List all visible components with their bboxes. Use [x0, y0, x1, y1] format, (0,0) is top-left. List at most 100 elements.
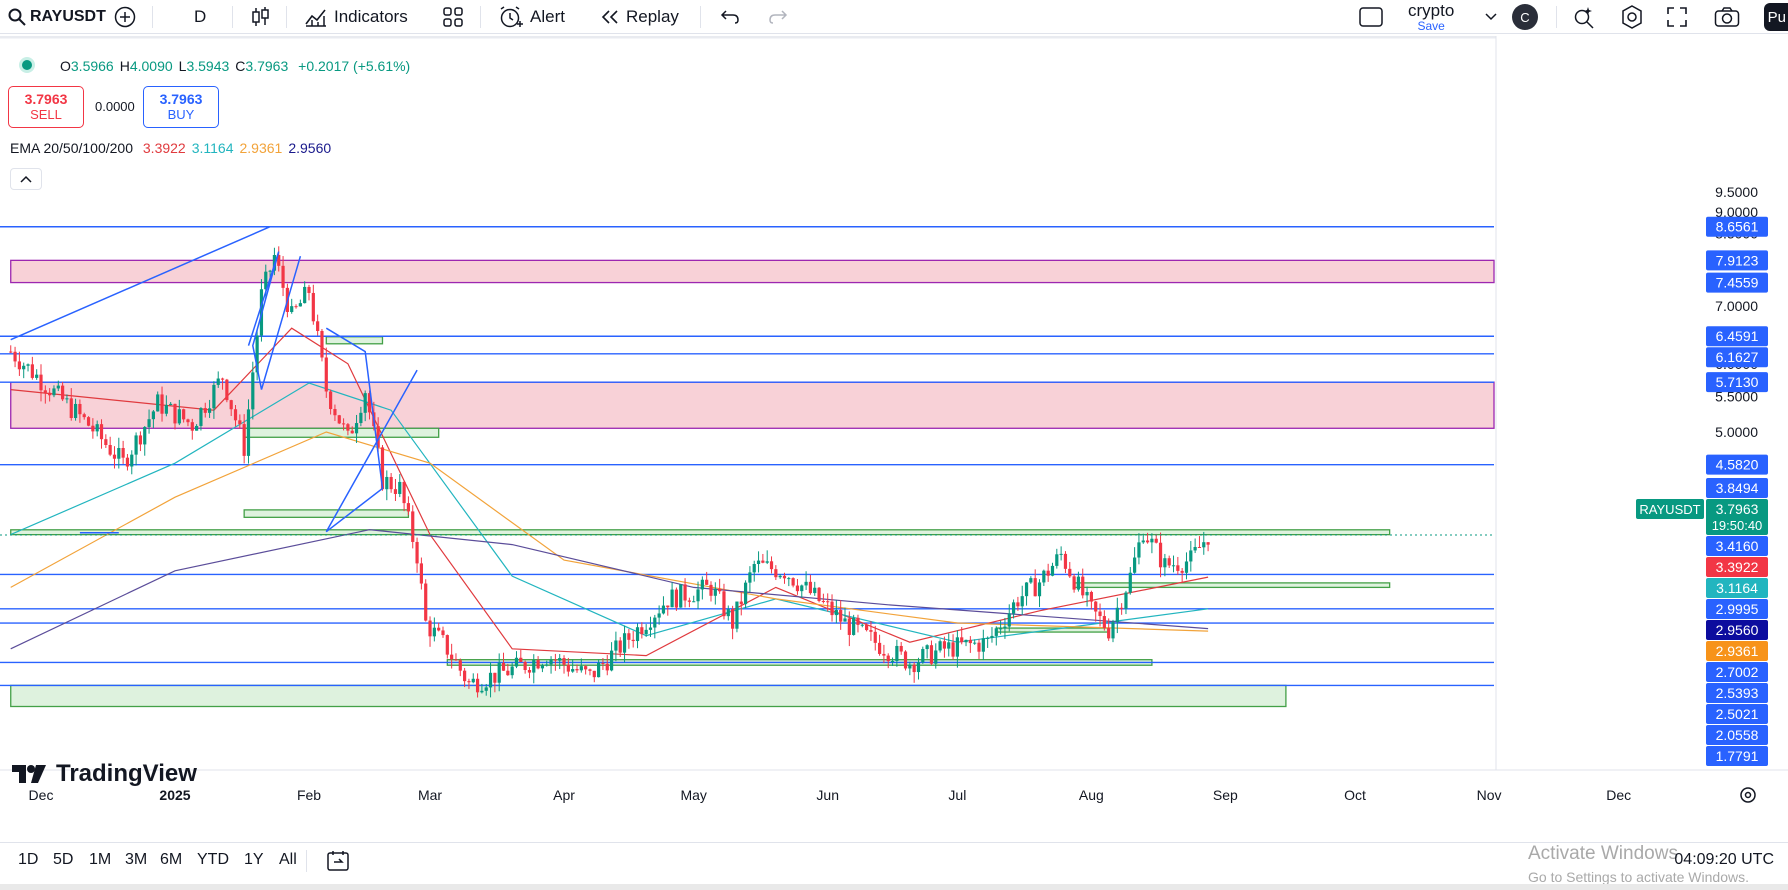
interval-button[interactable]: D	[194, 0, 206, 34]
publish-button[interactable]: Pu	[1764, 3, 1788, 31]
fullscreen-button[interactable]	[1666, 0, 1688, 34]
candle-body	[329, 391, 333, 410]
range-button-6m[interactable]: 6M	[160, 851, 182, 869]
price-chart[interactable]: 9.50009.00008.50008.00007.00006.00005.50…	[0, 36, 1788, 841]
candle-body	[1145, 540, 1150, 543]
go-to-date-button[interactable]	[326, 844, 350, 878]
candle-body	[156, 394, 160, 412]
layouts-button[interactable]	[442, 0, 464, 34]
layout-menu-chevron[interactable]	[1484, 0, 1498, 34]
candle-body	[199, 408, 203, 426]
range-button-3m[interactable]: 3M	[125, 851, 147, 869]
activate-windows-title: Activate Windows	[1528, 843, 1678, 864]
candle-body	[964, 639, 968, 643]
candle-body	[895, 645, 899, 661]
range-button-all[interactable]: All	[279, 851, 297, 869]
zone-demand	[243, 509, 410, 518]
candle-body	[748, 572, 752, 583]
layout-name-button[interactable]: crypto Save	[1408, 0, 1454, 34]
candle-body	[1063, 553, 1068, 569]
candle-body	[1085, 591, 1089, 596]
grid-icon	[443, 7, 463, 27]
candle-body	[233, 409, 238, 421]
chart-type-button[interactable]	[250, 0, 270, 34]
candle-body	[1206, 542, 1210, 545]
price-label-text: 8.6561	[1716, 219, 1759, 235]
candle-body	[804, 581, 808, 586]
replay-button[interactable]: Replay	[600, 0, 679, 34]
candle-body	[540, 665, 545, 669]
redo-button[interactable]	[768, 0, 788, 34]
candle-body	[290, 306, 294, 313]
utc-clock[interactable]: 04:09:20 UTC	[1674, 851, 1774, 869]
candle-body	[471, 678, 475, 683]
candle-body	[592, 670, 596, 678]
buy-button[interactable]: 3.7963 BUY	[143, 86, 219, 128]
alert-button[interactable]: Alert	[498, 0, 565, 34]
candle-body	[1137, 542, 1141, 558]
candle-body	[501, 662, 506, 671]
range-button-1d[interactable]: 1D	[18, 851, 38, 869]
candle-body	[1107, 628, 1111, 639]
layout-name: crypto	[1408, 1, 1455, 20]
candle-body	[78, 403, 82, 415]
candle-body	[35, 374, 39, 378]
candle-body	[955, 637, 959, 657]
candle-body	[847, 618, 851, 635]
time-axis-tick: Mar	[418, 787, 442, 803]
candle-body	[1184, 561, 1189, 573]
sell-label: SELL	[30, 107, 62, 122]
chevron-up-icon	[20, 175, 32, 183]
time-axis-tick: May	[680, 787, 706, 803]
price-label-text: 3.7963	[1716, 501, 1759, 517]
candle-body	[1050, 565, 1055, 576]
range-button-ytd[interactable]: YTD	[197, 851, 229, 869]
price-axis-tick: 9.5000	[1715, 184, 1758, 200]
candle-body	[869, 630, 873, 632]
undo-button[interactable]	[720, 0, 740, 34]
range-button-1y[interactable]: 1Y	[244, 851, 264, 869]
tradingview-logo[interactable]: TradingView	[12, 760, 197, 788]
candle-body	[164, 404, 168, 414]
candle-body	[977, 642, 981, 652]
compare-symbol-button[interactable]	[114, 0, 136, 34]
candle-body	[246, 409, 251, 456]
candle-body	[856, 617, 860, 625]
settings-button[interactable]	[1620, 0, 1644, 34]
candle-body	[670, 589, 674, 608]
range-button-1m[interactable]: 1M	[89, 851, 111, 869]
account-badge[interactable]: C	[1512, 0, 1538, 34]
candle-body	[999, 628, 1003, 630]
candle-body	[696, 589, 700, 602]
candle-body	[523, 661, 527, 670]
candle-body	[1163, 558, 1167, 568]
quick-search-button[interactable]	[1572, 0, 1596, 34]
candle-body	[514, 657, 519, 667]
indicators-button[interactable]: Indicators	[304, 0, 408, 34]
ema-legend[interactable]: EMA 20/50/100/200 3.3922 3.1164 2.9361 2.95…	[10, 140, 331, 156]
candle-body	[718, 588, 722, 592]
snapshot-button[interactable]	[1714, 0, 1740, 34]
candle-body	[333, 409, 337, 416]
candle-body	[437, 627, 441, 631]
ohlc-value: 3.7963	[245, 58, 289, 74]
candle-body	[761, 560, 765, 563]
candle-body	[519, 657, 523, 662]
candle-body	[618, 640, 622, 653]
candle-body	[795, 585, 800, 592]
candle-body	[363, 393, 367, 413]
select-layout-checkbox[interactable]	[1358, 0, 1384, 34]
candle-body	[614, 640, 618, 651]
candle-body	[1046, 570, 1050, 576]
sell-button[interactable]: 3.7963 SELL	[8, 86, 84, 128]
candle-body	[834, 609, 838, 616]
candle-body	[929, 645, 934, 664]
symbol-search[interactable]: RAYUSDT	[8, 0, 106, 34]
price-label-text: 2.7002	[1716, 664, 1759, 680]
candle-body	[908, 664, 912, 669]
range-button-5d[interactable]: 5D	[53, 851, 73, 869]
candle-body	[186, 419, 190, 423]
candle-body	[661, 605, 666, 614]
candle-body	[877, 642, 882, 654]
collapse-legend-button[interactable]	[10, 168, 42, 190]
